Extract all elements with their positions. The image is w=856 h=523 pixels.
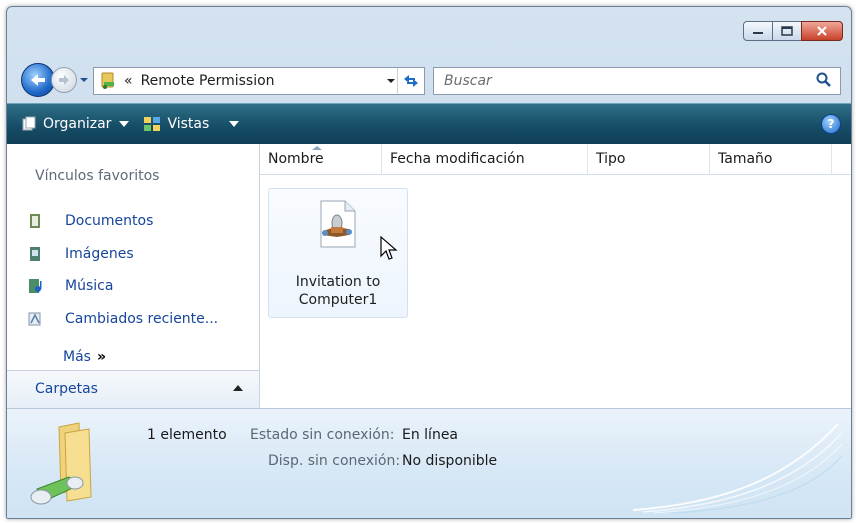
favorite-recent-changes[interactable]: Cambiados reciente...	[27, 308, 218, 330]
forward-button[interactable]	[51, 67, 77, 93]
forward-arrow-icon	[59, 75, 69, 85]
favorite-pictures-label: Imágenes	[65, 246, 134, 262]
favorite-pictures[interactable]: Imágenes	[27, 243, 134, 265]
organize-button[interactable]: Organizar	[21, 109, 130, 139]
views-button[interactable]: Vistas	[143, 109, 240, 139]
column-header-date-modified-label: Fecha modificación	[390, 151, 525, 167]
views-icon	[144, 117, 161, 131]
remote-folder-icon	[101, 72, 114, 89]
documents-icon	[30, 214, 40, 228]
minimize-icon	[753, 32, 763, 34]
offline-status-value: En línea	[402, 427, 459, 443]
column-header-name-label: Nombre	[268, 151, 324, 167]
column-header-size[interactable]: Tamaño	[710, 144, 832, 174]
more-links[interactable]: Más »	[63, 349, 106, 365]
organize-chevron-down-icon	[119, 121, 130, 127]
music-icon	[29, 279, 42, 293]
explorer-window: « Remote Permission Buscar Organizar Vis…	[6, 6, 852, 519]
offline-status-label: Estado sin conexión:	[250, 427, 395, 443]
sort-ascending-icon	[312, 146, 322, 150]
column-headers: Nombre Fecha modificación Tipo Tamaño	[260, 144, 851, 175]
offline-availability-label: Disp. sin conexión:	[268, 453, 401, 469]
offline-availability-value: No disponible	[402, 453, 498, 469]
remote-assistance-invitation-icon	[320, 200, 356, 248]
chevron-up-icon	[233, 385, 243, 391]
recent-pages-chevron-down-icon[interactable]	[79, 75, 89, 85]
address-path[interactable]: Remote Permission	[141, 73, 275, 89]
caption-buttons	[743, 21, 843, 41]
favorite-recent-changes-label: Cambiados reciente...	[65, 311, 219, 327]
file-name-line1: Invitation to	[295, 274, 381, 290]
more-links-label: Más	[63, 349, 91, 365]
back-arrow-icon	[31, 74, 45, 86]
file-list-pane: Nombre Fecha modificación Tipo Tamaño In…	[260, 144, 851, 409]
offline-folder-icon	[30, 422, 92, 505]
views-label: Vistas	[167, 116, 210, 132]
mouse-pointer-icon	[380, 236, 398, 260]
organize-label: Organizar	[43, 116, 112, 132]
favorite-documents-label: Documentos	[65, 213, 154, 229]
command-toolbar: Organizar Vistas ?	[7, 103, 851, 144]
navigation-pane: Vínculos favoritos Documentos Imágenes M…	[7, 144, 260, 409]
column-header-type-label: Tipo	[596, 151, 626, 167]
column-header-name[interactable]: Nombre	[260, 144, 382, 174]
column-header-type[interactable]: Tipo	[588, 144, 710, 174]
decorative-swoosh	[633, 423, 843, 514]
more-links-glyph: »	[96, 349, 106, 365]
file-name: Invitation to Computer1	[269, 273, 407, 309]
views-chevron-down-icon	[229, 121, 240, 127]
column-header-date-modified[interactable]: Fecha modificación	[382, 144, 588, 174]
address-overflow-chevron[interactable]: «	[124, 73, 133, 89]
minimize-button[interactable]	[743, 21, 773, 41]
refresh-icon	[404, 75, 418, 87]
favorite-music[interactable]: Música	[27, 275, 113, 297]
close-icon	[817, 26, 827, 36]
favorite-links-heading: Vínculos favoritos	[35, 168, 160, 184]
recent-changes-icon	[28, 312, 41, 326]
search-placeholder: Buscar	[444, 73, 492, 89]
search-icon[interactable]	[816, 72, 832, 88]
organize-icon	[22, 116, 36, 131]
close-button[interactable]	[801, 21, 843, 41]
refresh-button[interactable]	[397, 68, 424, 94]
address-history-chevron-down-icon[interactable]	[386, 76, 396, 86]
item-count: 1 elemento	[147, 427, 227, 443]
address-bar[interactable]: « Remote Permission	[93, 67, 425, 95]
favorite-music-label: Música	[65, 278, 114, 294]
pictures-icon	[30, 247, 40, 261]
folders-label: Carpetas	[35, 381, 98, 397]
back-button[interactable]	[21, 63, 55, 97]
folders-toggle[interactable]: Carpetas	[7, 370, 259, 409]
navigation-bar: « Remote Permission Buscar	[21, 63, 841, 97]
column-header-size-label: Tamaño	[718, 151, 773, 167]
details-pane: 1 elemento Estado sin conexión: En línea…	[7, 408, 851, 518]
help-icon[interactable]: ?	[821, 114, 841, 134]
file-name-line2: Computer1	[298, 292, 378, 308]
title-bar[interactable]	[7, 7, 851, 55]
favorite-documents[interactable]: Documentos	[27, 210, 153, 232]
maximize-button[interactable]	[772, 21, 802, 41]
maximize-icon	[781, 26, 793, 36]
search-box[interactable]: Buscar	[433, 67, 841, 95]
